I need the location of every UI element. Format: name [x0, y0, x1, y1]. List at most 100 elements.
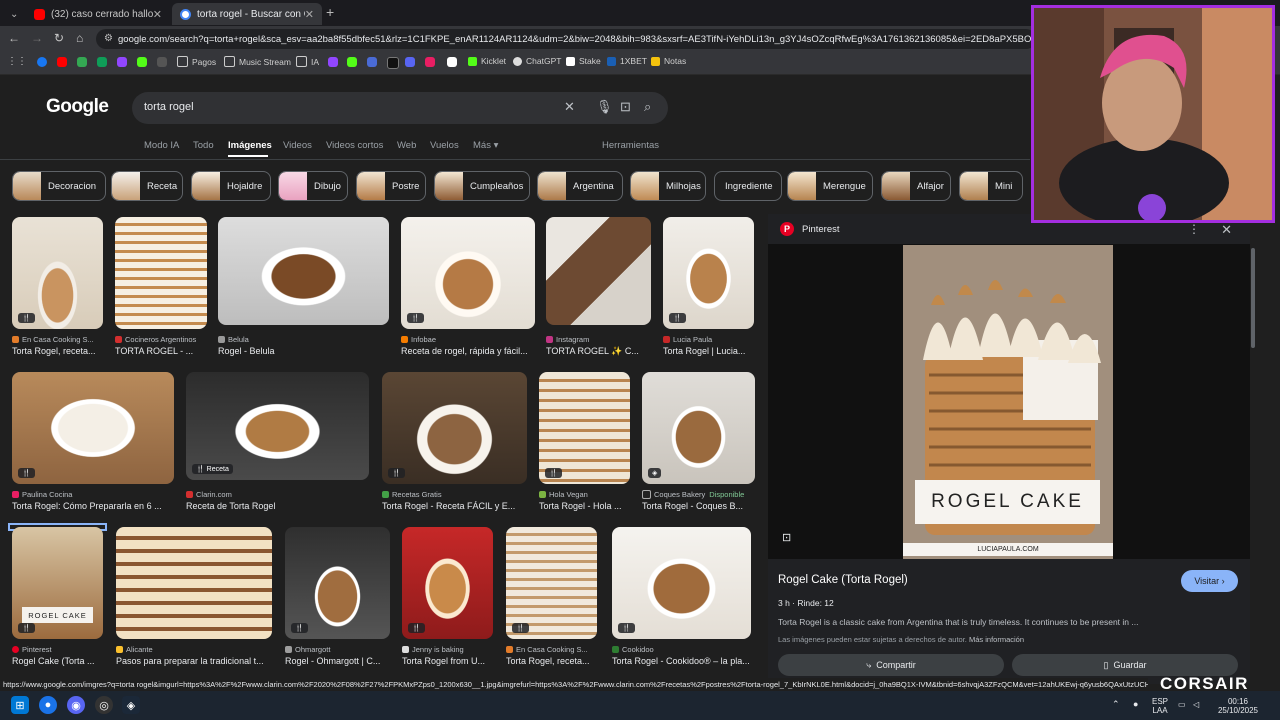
result-thumbnail[interactable]: 🍴 — [12, 217, 103, 329]
microphone-tray-icon[interactable]: ● — [1133, 700, 1138, 709]
bookmark-icon[interactable] — [97, 57, 107, 67]
result-title[interactable]: Torta Rogel, receta... — [12, 346, 103, 356]
site-info-icon[interactable]: ⚙ — [104, 33, 113, 44]
bookmark-icon[interactable] — [157, 57, 167, 67]
preview-source[interactable]: P Pinterest — [780, 222, 840, 236]
filter-imagenes[interactable]: Imágenes — [228, 140, 272, 151]
result-title[interactable]: TORTA ROGEL - ... — [115, 346, 207, 356]
result-thumbnail[interactable] — [115, 217, 207, 329]
tab-google-search[interactable]: torta rogel - Buscar con Google ✕ — [172, 3, 322, 25]
result-title[interactable]: Rogel - Belula — [218, 346, 389, 356]
steam-icon[interactable]: ◈ — [122, 696, 140, 714]
kick-icon[interactable] — [347, 57, 357, 67]
chip-decoracion[interactable]: Decoracion — [12, 171, 106, 201]
chip-alfajor[interactable]: Alfajor — [881, 171, 951, 201]
tray-chevron-icon[interactable]: ⌃ — [1112, 700, 1120, 709]
chrome-icon[interactable]: ● — [39, 696, 57, 714]
lens-icon[interactable]: ⊡ — [620, 99, 631, 115]
new-tab-button[interactable]: + — [326, 4, 334, 20]
result-title[interactable]: Torta Rogel - Cookidoo® – la pla... — [612, 656, 751, 666]
result-thumbnail[interactable]: 🍴 — [402, 527, 493, 639]
result-thumbnail[interactable]: 🍴 — [663, 217, 754, 329]
result-title[interactable]: Torta Rogel - Receta FÁCIL y E... — [382, 501, 527, 511]
twitch-icon[interactable] — [328, 57, 338, 67]
result-thumbnail[interactable] — [218, 217, 389, 325]
result-title[interactable]: Torta Rogel - Coques B... — [642, 501, 755, 511]
save-button[interactable]: ▯ Guardar — [1012, 654, 1238, 676]
tab-youtube[interactable]: (32) caso cerrado halloween - Y ✕ — [26, 3, 170, 25]
result-title[interactable]: Torta Rogel, receta... — [506, 656, 597, 666]
lens-search-icon[interactable]: ⊡ — [782, 531, 791, 544]
filter-vuelos[interactable]: Vuelos — [430, 140, 459, 151]
search-icon[interactable]: ⌕ — [644, 99, 651, 115]
result-thumbnail[interactable]: ◈ — [642, 372, 755, 484]
bookmark-icon[interactable] — [447, 57, 457, 67]
more-options-icon[interactable]: ⋮ — [1188, 222, 1200, 236]
close-icon[interactable]: ✕ — [1221, 222, 1232, 238]
bookmark-folder-ia[interactable]: IA — [296, 56, 319, 67]
facebook-icon[interactable] — [37, 57, 47, 67]
discord-icon[interactable]: ◉ — [67, 696, 85, 714]
more-info-link[interactable]: Más información — [969, 635, 1024, 644]
chip-hojaldre[interactable]: Hojaldre — [191, 171, 271, 201]
preview-image[interactable]: ROGEL CAKE LUCIAPAULA.COM — [903, 245, 1113, 559]
tiktok-icon[interactable] — [387, 57, 399, 69]
result-title[interactable]: Rogel - Ohmargott | C... — [285, 656, 390, 666]
chip-cumpleanos[interactable]: Cumpleaños — [434, 171, 530, 201]
result-title[interactable]: TORTA ROGEL ✨ C... — [546, 346, 651, 357]
search-box[interactable]: torta rogel ✕ 🎙 ⊡ ⌕ — [132, 92, 668, 124]
drive-icon[interactable] — [77, 57, 87, 67]
search-input[interactable]: torta rogel — [144, 101, 194, 113]
url-bar[interactable]: ⚙ google.com/search?q=torta+rogel&sca_es… — [96, 29, 1036, 49]
result-title[interactable]: Torta Rogel from U... — [402, 656, 493, 666]
result-title[interactable]: Rogel Cake (Torta ... — [12, 656, 103, 666]
chip-dibujo[interactable]: Dibujo — [278, 171, 348, 201]
visit-button[interactable]: Visitar › — [1181, 570, 1238, 592]
filter-videos[interactable]: Videos — [283, 140, 312, 151]
microphone-icon[interactable]: 🎙 — [596, 99, 613, 115]
clock[interactable]: 00:16 25/10/2025 — [1212, 697, 1264, 715]
result-thumbnail[interactable]: ROGEL CAKE 🍴 — [12, 527, 103, 639]
filter-web[interactable]: Web — [397, 140, 416, 151]
language-indicator[interactable]: ESP LAA — [1152, 697, 1168, 715]
result-thumbnail[interactable]: 🍴 — [506, 527, 597, 639]
bookmark-stake[interactable]: Stake — [566, 56, 601, 66]
result-thumbnail[interactable]: 🍴 Receta — [186, 372, 369, 480]
result-title[interactable]: Torta Rogel | Lucia... — [663, 346, 754, 356]
network-icon[interactable]: ▭ — [1178, 700, 1186, 709]
chip-argentina[interactable]: Argentina — [537, 171, 623, 201]
bookmark-notas[interactable]: Notas — [651, 56, 686, 66]
windows-start-icon[interactable]: ⊞ — [11, 696, 29, 714]
forward-icon[interactable]: → — [31, 31, 43, 45]
tab-search-menu[interactable]: ⌄ — [2, 3, 26, 25]
chip-receta[interactable]: Receta — [111, 171, 183, 201]
chip-milhojas[interactable]: Milhojas — [630, 171, 706, 201]
discord-icon[interactable] — [405, 57, 415, 67]
result-title[interactable]: Pasos para preparar la tradicional t... — [116, 656, 272, 666]
reload-icon[interactable]: ↻ — [54, 31, 64, 45]
youtube-icon[interactable] — [57, 57, 67, 67]
close-tab-icon[interactable]: ✕ — [153, 8, 162, 21]
result-thumbnail[interactable] — [116, 527, 272, 639]
panel-scrollbar[interactable] — [1251, 248, 1255, 348]
clear-icon[interactable]: ✕ — [564, 99, 575, 115]
twitch-icon[interactable] — [117, 57, 127, 67]
chip-mini[interactable]: Mini — [959, 171, 1023, 201]
share-button[interactable]: ⤷ Compartir — [778, 654, 1004, 676]
google-logo[interactable]: Google — [46, 96, 109, 118]
result-thumbnail[interactable] — [546, 217, 651, 325]
obs-icon[interactable]: ◎ — [95, 696, 113, 714]
bookmark-folder-pagos[interactable]: Pagos — [177, 56, 216, 67]
result-thumbnail[interactable]: 🍴 — [401, 217, 535, 329]
apps-icon[interactable]: ⋮⋮ — [7, 56, 27, 67]
result-thumbnail[interactable]: 🍴 — [539, 372, 630, 484]
volume-icon[interactable]: ◁ — [1193, 700, 1199, 709]
bookmark-kicklet[interactable]: Kicklet — [468, 56, 506, 66]
result-title[interactable]: Torta Rogel - Hola ... — [539, 501, 630, 511]
result-title[interactable]: Receta de Torta Rogel — [186, 501, 369, 511]
bookmark-icon[interactable] — [367, 57, 377, 67]
chip-merengue[interactable]: Merengue — [787, 171, 873, 201]
result-thumbnail[interactable]: 🍴 — [612, 527, 751, 639]
filter-todo[interactable]: Todo — [193, 140, 214, 151]
result-thumbnail[interactable]: 🍴 — [12, 372, 174, 484]
